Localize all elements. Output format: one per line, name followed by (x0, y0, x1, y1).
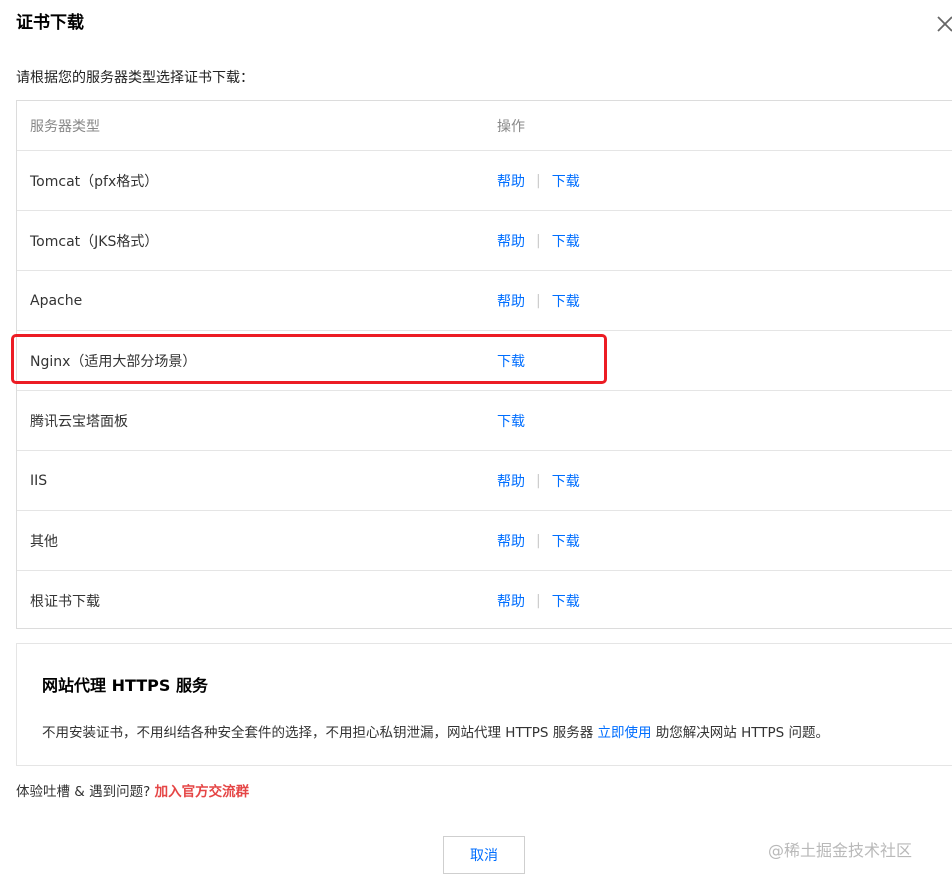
download-link[interactable]: 下载 (552, 291, 580, 311)
table-row: Nginx（适用大部分场景） 下载 (17, 331, 952, 391)
header-server-type: 服务器类型 (30, 118, 100, 135)
server-type-name: Tomcat（pfx格式） (30, 173, 159, 190)
download-link[interactable]: 下载 (552, 231, 580, 251)
server-type-name: Nginx（适用大部分场景） (30, 353, 197, 370)
promo-text-after: 助您解决网站 HTTPS 问题。 (651, 725, 829, 741)
table-row: IIS 帮助 | 下载 (17, 451, 952, 511)
watermark: @稀土掘金技术社区 (768, 841, 913, 860)
feedback-line: 体验吐槽 & 遇到问题? 加入官方交流群 (16, 780, 249, 800)
join-group-link[interactable]: 加入官方交流群 (155, 784, 250, 800)
promo-description: 不用安装证书，不用纠结各种安全套件的选择，不用担心私钥泄漏，网站代理 HTTPS… (42, 721, 829, 741)
row-operations: 帮助 | 下载 (497, 211, 580, 270)
dialog-title: 证书下载 (16, 13, 84, 33)
close-icon[interactable] (935, 14, 952, 34)
link-separator: | (536, 172, 541, 189)
link-separator: | (536, 593, 541, 609)
link-separator: | (536, 472, 541, 489)
table-row: Tomcat（JKS格式） 帮助 | 下载 (17, 211, 952, 271)
row-operations: 下载 (497, 391, 525, 450)
row-operations: 帮助 | 下载 (497, 571, 580, 631)
feedback-text: 体验吐槽 & 遇到问题? (16, 784, 155, 800)
server-type-name: IIS (30, 472, 48, 489)
server-type-name: 腾讯云宝塔面板 (30, 413, 128, 430)
help-link[interactable]: 帮助 (497, 231, 525, 251)
link-separator: | (536, 532, 541, 549)
table-row: 其他 帮助 | 下载 (17, 511, 952, 571)
link-separator: | (536, 292, 541, 309)
intro-text: 请根据您的服务器类型选择证书下载： (16, 70, 254, 86)
help-link[interactable]: 帮助 (497, 471, 525, 491)
table-row: 根证书下载 帮助 | 下载 (17, 571, 952, 631)
promo-text-before: 不用安装证书，不用纠结各种安全套件的选择，不用担心私钥泄漏，网站代理 HTTPS… (42, 725, 598, 741)
table-row: Tomcat（pfx格式） 帮助 | 下载 (17, 151, 952, 211)
download-link[interactable]: 下载 (552, 531, 580, 551)
download-link[interactable]: 下载 (552, 171, 580, 191)
promo-title: 网站代理 HTTPS 服务 (42, 676, 208, 695)
row-operations: 帮助 | 下载 (497, 271, 580, 330)
help-link[interactable]: 帮助 (497, 171, 525, 191)
table-row: Apache 帮助 | 下载 (17, 271, 952, 331)
help-link[interactable]: 帮助 (497, 291, 525, 311)
help-link[interactable]: 帮助 (497, 591, 525, 611)
header-operations: 操作 (497, 118, 525, 135)
download-link[interactable]: 下载 (497, 411, 525, 431)
server-type-table: 服务器类型 操作 Tomcat（pfx格式） 帮助 | 下载 Tomcat（JK… (16, 100, 952, 629)
server-type-name: 根证书下载 (30, 594, 100, 610)
download-link[interactable]: 下载 (552, 591, 580, 611)
download-link[interactable]: 下载 (552, 471, 580, 491)
server-type-name: 其他 (30, 533, 58, 550)
link-separator: | (536, 232, 541, 249)
use-now-link[interactable]: 立即使用 (598, 725, 652, 741)
table-header-row: 服务器类型 操作 (17, 101, 952, 151)
row-operations: 帮助 | 下载 (497, 511, 580, 570)
download-link[interactable]: 下载 (497, 351, 525, 371)
table-row: 腾讯云宝塔面板 下载 (17, 391, 952, 451)
server-type-name: Apache (30, 292, 83, 309)
server-type-name: Tomcat（JKS格式） (30, 233, 159, 250)
row-operations: 下载 (497, 331, 525, 390)
help-link[interactable]: 帮助 (497, 531, 525, 551)
cancel-button[interactable]: 取消 (443, 836, 525, 874)
https-proxy-promo: 网站代理 HTTPS 服务 不用安装证书，不用纠结各种安全套件的选择，不用担心私… (16, 643, 952, 766)
row-operations: 帮助 | 下载 (497, 151, 580, 210)
row-operations: 帮助 | 下载 (497, 451, 580, 510)
